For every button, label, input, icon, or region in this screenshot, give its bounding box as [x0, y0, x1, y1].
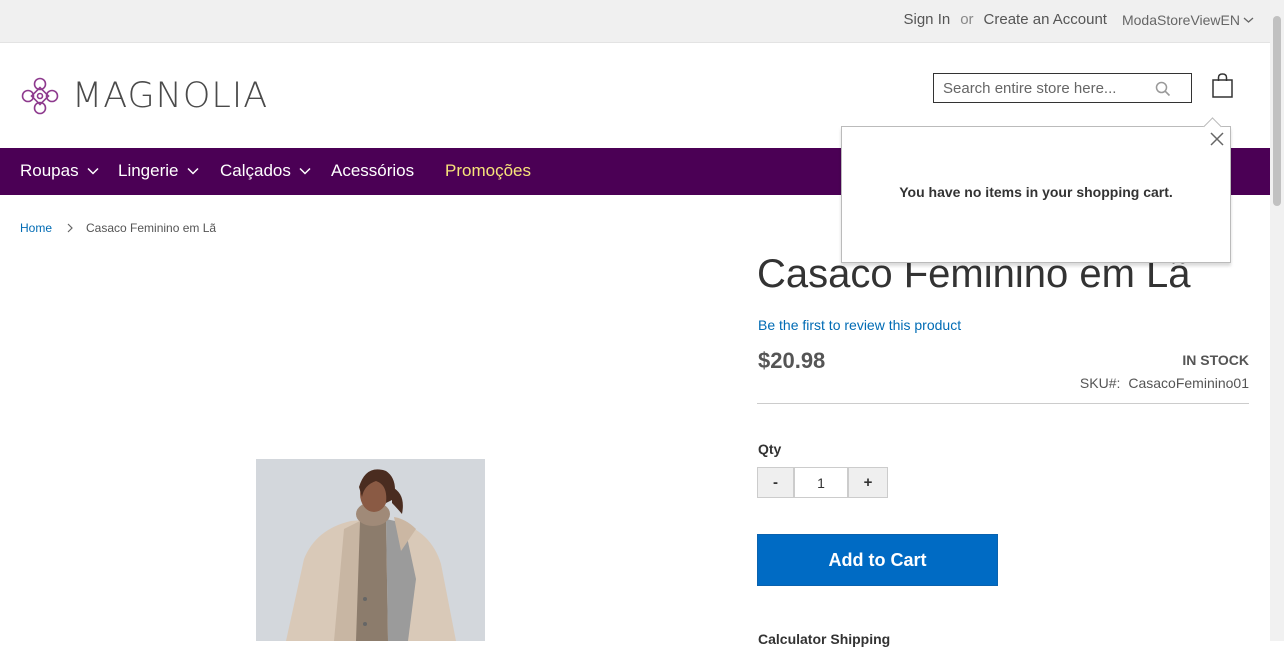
- store-view-switcher[interactable]: ModaStoreViewEN: [1122, 12, 1254, 28]
- qty-increment-button[interactable]: +: [848, 467, 888, 498]
- logo-text: MAGNOLIA: [72, 76, 269, 116]
- nav-item-acessorios[interactable]: Acessórios: [331, 161, 414, 181]
- review-link[interactable]: Be the first to review this product: [758, 317, 961, 333]
- chevron-right-icon: [67, 223, 73, 233]
- add-to-cart-button[interactable]: Add to Cart: [757, 534, 998, 586]
- search-box: [933, 73, 1192, 103]
- qty-input[interactable]: 1: [794, 467, 848, 498]
- scrollbar-thumb[interactable]: [1273, 16, 1281, 206]
- product-sku: SKU#: CasacoFeminino01: [1080, 375, 1249, 391]
- divider: [757, 403, 1249, 404]
- store-view-label: ModaStoreViewEN: [1121, 11, 1240, 28]
- nav-item-label: Roupas: [20, 161, 79, 180]
- magnolia-logo-icon: [21, 77, 59, 115]
- nav-item-label: Acessórios: [331, 161, 415, 180]
- scrollbar[interactable]: [1270, 0, 1284, 641]
- logo[interactable]: MAGNOLIA: [20, 76, 268, 116]
- qty-label: Qty: [758, 441, 782, 457]
- search-input[interactable]: [934, 74, 1153, 102]
- breadcrumb-home-link[interactable]: Home: [20, 221, 52, 235]
- nav-item-label: Lingerie: [118, 161, 179, 180]
- minicart-dropdown: You have no items in your shopping cart.: [841, 117, 1231, 263]
- close-icon[interactable]: [1210, 132, 1224, 146]
- or-text: or: [960, 11, 974, 28]
- chevron-down-icon: [1243, 17, 1254, 23]
- breadcrumb-current: Casaco Feminino em Lã: [86, 221, 217, 235]
- sign-in-link[interactable]: Sign In: [904, 11, 951, 28]
- chevron-down-icon: [299, 167, 311, 175]
- nav-item-promocoes[interactable]: Promoções: [445, 161, 531, 181]
- top-bar: Sign In or Create an Account ModaStoreVi…: [0, 0, 1270, 43]
- chevron-down-icon: [186, 167, 199, 175]
- nav-item-label: Calçados: [220, 161, 291, 180]
- sku-label: SKU#:: [1079, 375, 1121, 391]
- nav-item-roupas[interactable]: Roupas: [20, 161, 99, 181]
- nav-item-calcados[interactable]: Calçados: [220, 161, 311, 181]
- qty-decrement-button[interactable]: -: [757, 467, 794, 498]
- breadcrumb: Home Casaco Feminino em Lã: [20, 221, 216, 235]
- minicart-empty-message: You have no items in your shopping cart.: [899, 184, 1173, 200]
- product-price: $20.98: [758, 348, 826, 373]
- product-photo: [256, 459, 485, 641]
- shopping-bag-icon[interactable]: [1212, 73, 1233, 98]
- chevron-down-icon: [87, 167, 99, 175]
- sku-value: CasacoFeminino01: [1128, 375, 1249, 391]
- search-icon[interactable]: [1155, 81, 1171, 97]
- stock-status: IN STOCK: [1182, 352, 1249, 368]
- nav-item-lingerie[interactable]: Lingerie: [118, 161, 199, 181]
- nav-item-label: Promoções: [445, 161, 531, 180]
- product-image[interactable]: [256, 459, 485, 641]
- account-links: Sign In or Create an Account ModaStoreVi…: [904, 11, 1255, 28]
- create-account-link[interactable]: Create an Account: [984, 11, 1107, 28]
- shipping-calculator-heading: Calculator Shipping: [758, 631, 891, 647]
